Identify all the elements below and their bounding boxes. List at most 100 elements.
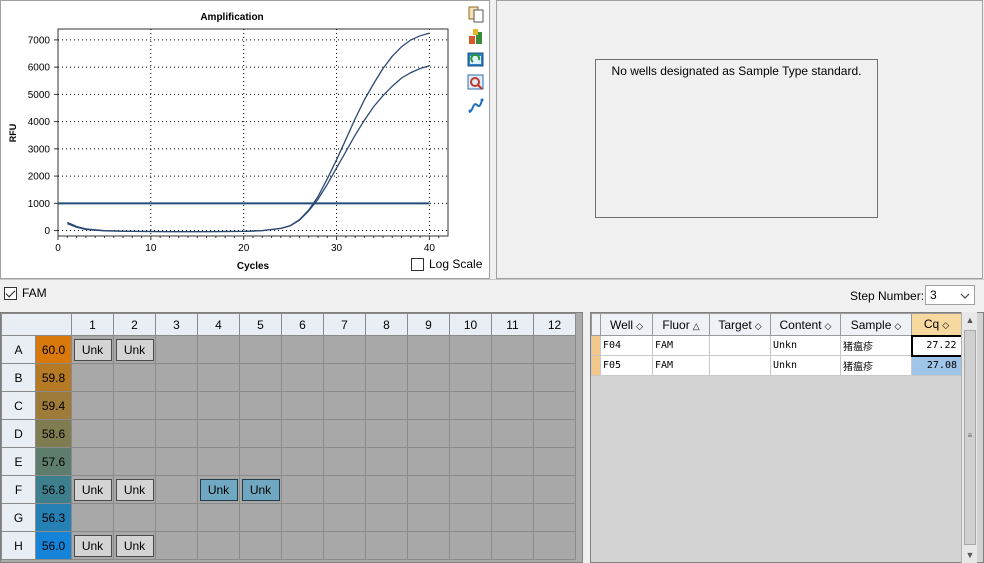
plate-well[interactable] bbox=[239, 363, 282, 392]
plate-well[interactable] bbox=[155, 335, 198, 364]
plate-well[interactable] bbox=[197, 363, 240, 392]
plate-row-header[interactable]: D bbox=[1, 419, 36, 448]
plate-well[interactable] bbox=[449, 335, 492, 364]
plate-well[interactable] bbox=[323, 503, 366, 532]
plate-well[interactable] bbox=[449, 531, 492, 560]
plate-well[interactable]: Unk bbox=[113, 475, 156, 504]
plate-well[interactable] bbox=[407, 335, 450, 364]
plate-well[interactable] bbox=[281, 503, 324, 532]
results-column-header[interactable]: Content ◇ bbox=[770, 313, 841, 336]
cell-content[interactable]: Unkn bbox=[770, 335, 841, 356]
plate-column-header[interactable]: 1 bbox=[71, 313, 114, 336]
plate-row-header[interactable]: B bbox=[1, 363, 36, 392]
plate-well[interactable] bbox=[449, 447, 492, 476]
cell-cq[interactable]: 27.22 bbox=[910, 334, 963, 357]
plate-well[interactable] bbox=[239, 419, 282, 448]
plate-well[interactable] bbox=[239, 391, 282, 420]
plate-well[interactable] bbox=[113, 503, 156, 532]
plate-well[interactable] bbox=[71, 447, 114, 476]
plate-well[interactable] bbox=[449, 391, 492, 420]
plate-corner[interactable] bbox=[1, 313, 72, 336]
cell-sample[interactable]: 猪瘟疹 bbox=[840, 335, 912, 356]
plate-well[interactable] bbox=[113, 447, 156, 476]
plate-well[interactable] bbox=[113, 419, 156, 448]
cell-fluor[interactable]: FAM bbox=[652, 335, 710, 356]
plate-row-header[interactable]: F bbox=[1, 475, 36, 504]
plate-well[interactable]: Unk bbox=[197, 475, 240, 504]
plate-well[interactable] bbox=[71, 391, 114, 420]
log-scale-toggle[interactable]: Log Scale bbox=[411, 257, 482, 271]
plate-well[interactable] bbox=[533, 503, 576, 532]
sort-icon[interactable]: ◇ bbox=[636, 321, 643, 331]
plate-well[interactable] bbox=[281, 475, 324, 504]
plate-well[interactable] bbox=[323, 419, 366, 448]
plate-well[interactable] bbox=[533, 475, 576, 504]
zoom-icon[interactable] bbox=[467, 74, 485, 92]
results-column-header[interactable]: Well ◇ bbox=[600, 313, 653, 336]
plate-well[interactable] bbox=[239, 335, 282, 364]
sort-icon[interactable]: ◇ bbox=[894, 321, 901, 331]
plate-well[interactable] bbox=[155, 419, 198, 448]
copy-icon[interactable] bbox=[467, 5, 485, 23]
plate-column-header[interactable]: 4 bbox=[197, 313, 240, 336]
plate-well[interactable] bbox=[155, 447, 198, 476]
plate-well[interactable] bbox=[491, 503, 534, 532]
plate-well[interactable] bbox=[491, 363, 534, 392]
plate-column-header[interactable]: 6 bbox=[281, 313, 324, 336]
plate-column-header[interactable]: 8 bbox=[365, 313, 408, 336]
plate-well[interactable]: Unk bbox=[239, 475, 282, 504]
plate-well[interactable] bbox=[323, 447, 366, 476]
plate-well[interactable] bbox=[71, 419, 114, 448]
plate-well[interactable] bbox=[491, 391, 534, 420]
plate-well[interactable] bbox=[407, 447, 450, 476]
plate-well[interactable] bbox=[323, 335, 366, 364]
plate-well[interactable] bbox=[533, 335, 576, 364]
cell-fluor[interactable]: FAM bbox=[652, 355, 710, 376]
sort-icon[interactable]: ◇ bbox=[825, 321, 832, 331]
plate-well[interactable] bbox=[365, 503, 408, 532]
row-selector[interactable] bbox=[591, 335, 601, 356]
table-row[interactable]: F05 FAM Unkn 猪瘟疹 27.08 bbox=[591, 355, 962, 376]
plate-well[interactable] bbox=[281, 335, 324, 364]
plate-column-header[interactable]: 2 bbox=[113, 313, 156, 336]
plate-well[interactable] bbox=[281, 531, 324, 560]
cell-target[interactable] bbox=[709, 355, 771, 376]
cell-well[interactable]: F05 bbox=[600, 355, 653, 376]
plate-well[interactable] bbox=[239, 447, 282, 476]
plate-column-header[interactable]: 9 bbox=[407, 313, 450, 336]
plate-row-header[interactable]: G bbox=[1, 503, 36, 532]
plate-well[interactable] bbox=[197, 335, 240, 364]
cell-well[interactable]: F04 bbox=[600, 335, 653, 356]
plate-well[interactable] bbox=[197, 447, 240, 476]
plate-column-header[interactable]: 5 bbox=[239, 313, 282, 336]
table-row[interactable]: F04 FAM Unkn 猪瘟疹 27.22 bbox=[591, 334, 963, 357]
export-icon[interactable] bbox=[467, 28, 485, 46]
cell-content[interactable]: Unkn bbox=[770, 355, 841, 376]
sort-icon[interactable]: ◇ bbox=[942, 320, 949, 330]
plate-well[interactable] bbox=[491, 447, 534, 476]
plate-well[interactable] bbox=[365, 335, 408, 364]
plate-well[interactable] bbox=[491, 419, 534, 448]
plate-well[interactable] bbox=[197, 419, 240, 448]
results-column-header[interactable]: Cq ◇ bbox=[911, 313, 962, 336]
plate-well[interactable] bbox=[155, 475, 198, 504]
plate-well[interactable] bbox=[491, 475, 534, 504]
plate-well[interactable] bbox=[491, 531, 534, 560]
plate-well[interactable] bbox=[155, 531, 198, 560]
plate-well[interactable] bbox=[197, 391, 240, 420]
plate-well[interactable] bbox=[365, 475, 408, 504]
plate-well[interactable] bbox=[407, 363, 450, 392]
fam-checkbox[interactable] bbox=[4, 286, 17, 300]
plate-well[interactable] bbox=[407, 419, 450, 448]
plate-well[interactable] bbox=[113, 363, 156, 392]
plate-column-header[interactable]: 3 bbox=[155, 313, 198, 336]
plate-well[interactable] bbox=[533, 363, 576, 392]
plate-well[interactable] bbox=[407, 475, 450, 504]
scroll-down-icon[interactable]: ▼ bbox=[962, 547, 978, 563]
plate-column-header[interactable]: 11 bbox=[491, 313, 534, 336]
plate-well[interactable] bbox=[197, 503, 240, 532]
log-scale-checkbox[interactable] bbox=[411, 257, 424, 271]
plate-well[interactable] bbox=[533, 419, 576, 448]
plate-well[interactable] bbox=[533, 447, 576, 476]
plate-well[interactable]: Unk bbox=[113, 335, 156, 364]
